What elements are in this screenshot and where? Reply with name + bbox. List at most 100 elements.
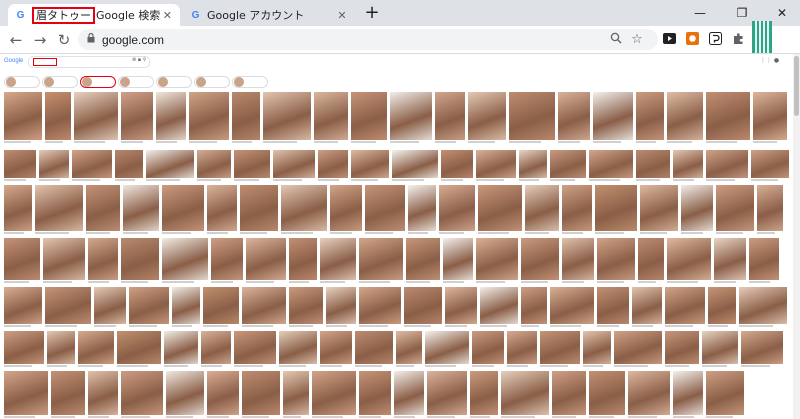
image-result-thumbnail[interactable] — [172, 287, 200, 328]
extension-icon[interactable] — [708, 32, 722, 46]
image-result-thumbnail[interactable] — [390, 92, 432, 144]
image-result-thumbnail[interactable] — [359, 287, 401, 328]
image-result-thumbnail[interactable] — [558, 92, 590, 144]
image-result-thumbnail[interactable] — [702, 331, 738, 368]
image-result-thumbnail[interactable] — [312, 371, 356, 419]
image-result-thumbnail[interactable] — [234, 331, 276, 368]
image-result-thumbnail[interactable] — [550, 287, 594, 328]
image-result-thumbnail[interactable] — [4, 287, 42, 328]
image-result-thumbnail[interactable] — [207, 185, 237, 235]
image-result-thumbnail[interactable] — [476, 150, 516, 182]
image-result-thumbnail[interactable] — [4, 92, 42, 144]
image-result-thumbnail[interactable] — [273, 150, 315, 182]
image-result-thumbnail[interactable] — [716, 185, 754, 235]
image-result-thumbnail[interactable] — [4, 185, 32, 235]
related-chip[interactable] — [156, 76, 192, 88]
image-result-thumbnail[interactable] — [425, 331, 469, 368]
image-result-thumbnail[interactable] — [240, 185, 278, 235]
image-result-thumbnail[interactable] — [279, 331, 317, 368]
image-result-thumbnail[interactable] — [667, 238, 711, 284]
image-result-thumbnail[interactable] — [589, 150, 633, 182]
image-result-thumbnail[interactable] — [519, 150, 547, 182]
extension-green-icon[interactable] — [752, 21, 772, 53]
image-result-thumbnail[interactable] — [443, 238, 473, 284]
image-result-thumbnail[interactable] — [320, 238, 356, 284]
image-result-thumbnail[interactable] — [242, 371, 280, 419]
image-result-thumbnail[interactable] — [706, 371, 744, 419]
image-result-thumbnail[interactable] — [632, 287, 662, 328]
image-result-thumbnail[interactable] — [595, 185, 637, 235]
image-result-thumbnail[interactable] — [234, 150, 270, 182]
zoom-icon[interactable] — [608, 32, 624, 48]
image-result-thumbnail[interactable] — [94, 287, 126, 328]
image-result-thumbnail[interactable] — [318, 150, 348, 182]
image-result-thumbnail[interactable] — [681, 185, 713, 235]
related-chip[interactable] — [118, 76, 154, 88]
image-result-thumbnail[interactable] — [43, 238, 85, 284]
tab-google-search[interactable]: G 眉タトゥー Google 検索 ✕ — [8, 4, 180, 26]
image-result-thumbnail[interactable] — [673, 371, 703, 419]
image-result-thumbnail[interactable] — [597, 287, 629, 328]
image-result-thumbnail[interactable] — [394, 371, 424, 419]
youtube-extension-icon[interactable] — [662, 32, 676, 46]
image-result-thumbnail[interactable] — [320, 331, 352, 368]
image-result-thumbnail[interactable] — [74, 92, 118, 144]
image-result-thumbnail[interactable] — [472, 331, 504, 368]
image-result-thumbnail[interactable] — [246, 238, 286, 284]
image-result-thumbnail[interactable] — [39, 150, 69, 182]
image-result-thumbnail[interactable] — [708, 287, 736, 328]
image-result-thumbnail[interactable] — [156, 92, 186, 144]
image-result-thumbnail[interactable] — [706, 92, 750, 144]
image-result-thumbnail[interactable] — [242, 287, 286, 328]
image-result-thumbnail[interactable] — [289, 238, 317, 284]
bookmark-star-icon[interactable]: ☆ — [629, 32, 645, 47]
image-result-thumbnail[interactable] — [86, 185, 120, 235]
image-result-thumbnail[interactable] — [550, 150, 586, 182]
image-result-thumbnail[interactable] — [121, 92, 153, 144]
image-result-thumbnail[interactable] — [201, 331, 231, 368]
image-result-thumbnail[interactable] — [521, 238, 559, 284]
image-result-thumbnail[interactable] — [121, 238, 159, 284]
close-icon[interactable]: ✕ — [160, 9, 174, 22]
forward-button[interactable]: → — [30, 30, 50, 50]
image-result-thumbnail[interactable] — [673, 150, 703, 182]
image-result-thumbnail[interactable] — [35, 185, 83, 235]
url-text[interactable]: google.com — [102, 33, 164, 47]
image-result-thumbnail[interactable] — [211, 238, 243, 284]
image-result-thumbnail[interactable] — [51, 371, 85, 419]
image-result-thumbnail[interactable] — [123, 185, 159, 235]
related-chip-selected[interactable] — [80, 76, 116, 88]
image-result-thumbnail[interactable] — [166, 371, 204, 419]
image-result-thumbnail[interactable] — [751, 150, 789, 182]
image-result-thumbnail[interactable] — [739, 287, 787, 328]
image-result-thumbnail[interactable] — [562, 185, 592, 235]
google-logo[interactable]: Google — [4, 58, 23, 64]
image-result-thumbnail[interactable] — [164, 331, 198, 368]
related-chip[interactable] — [4, 76, 40, 88]
image-result-thumbnail[interactable] — [359, 238, 403, 284]
image-result-thumbnail[interactable] — [314, 92, 348, 144]
image-result-thumbnail[interactable] — [525, 185, 559, 235]
image-result-thumbnail[interactable] — [351, 150, 389, 182]
image-result-thumbnail[interactable] — [88, 238, 118, 284]
image-result-thumbnail[interactable] — [45, 92, 71, 144]
image-result-thumbnail[interactable] — [207, 371, 239, 419]
image-result-thumbnail[interactable] — [4, 238, 40, 284]
related-chip[interactable] — [194, 76, 230, 88]
image-result-thumbnail[interactable] — [706, 150, 748, 182]
image-result-thumbnail[interactable] — [636, 150, 670, 182]
image-result-thumbnail[interactable] — [665, 287, 705, 328]
image-result-thumbnail[interactable] — [665, 331, 699, 368]
image-result-thumbnail[interactable] — [232, 92, 260, 144]
image-result-thumbnail[interactable] — [509, 92, 555, 144]
image-result-thumbnail[interactable] — [355, 331, 393, 368]
image-result-thumbnail[interactable] — [283, 371, 309, 419]
image-result-thumbnail[interactable] — [72, 150, 112, 182]
image-result-thumbnail[interactable] — [628, 371, 670, 419]
related-chip[interactable] — [42, 76, 78, 88]
image-result-thumbnail[interactable] — [406, 238, 440, 284]
image-result-thumbnail[interactable] — [714, 238, 746, 284]
image-result-thumbnail[interactable] — [326, 287, 356, 328]
image-result-thumbnail[interactable] — [753, 92, 787, 144]
image-result-thumbnail[interactable] — [741, 331, 783, 368]
